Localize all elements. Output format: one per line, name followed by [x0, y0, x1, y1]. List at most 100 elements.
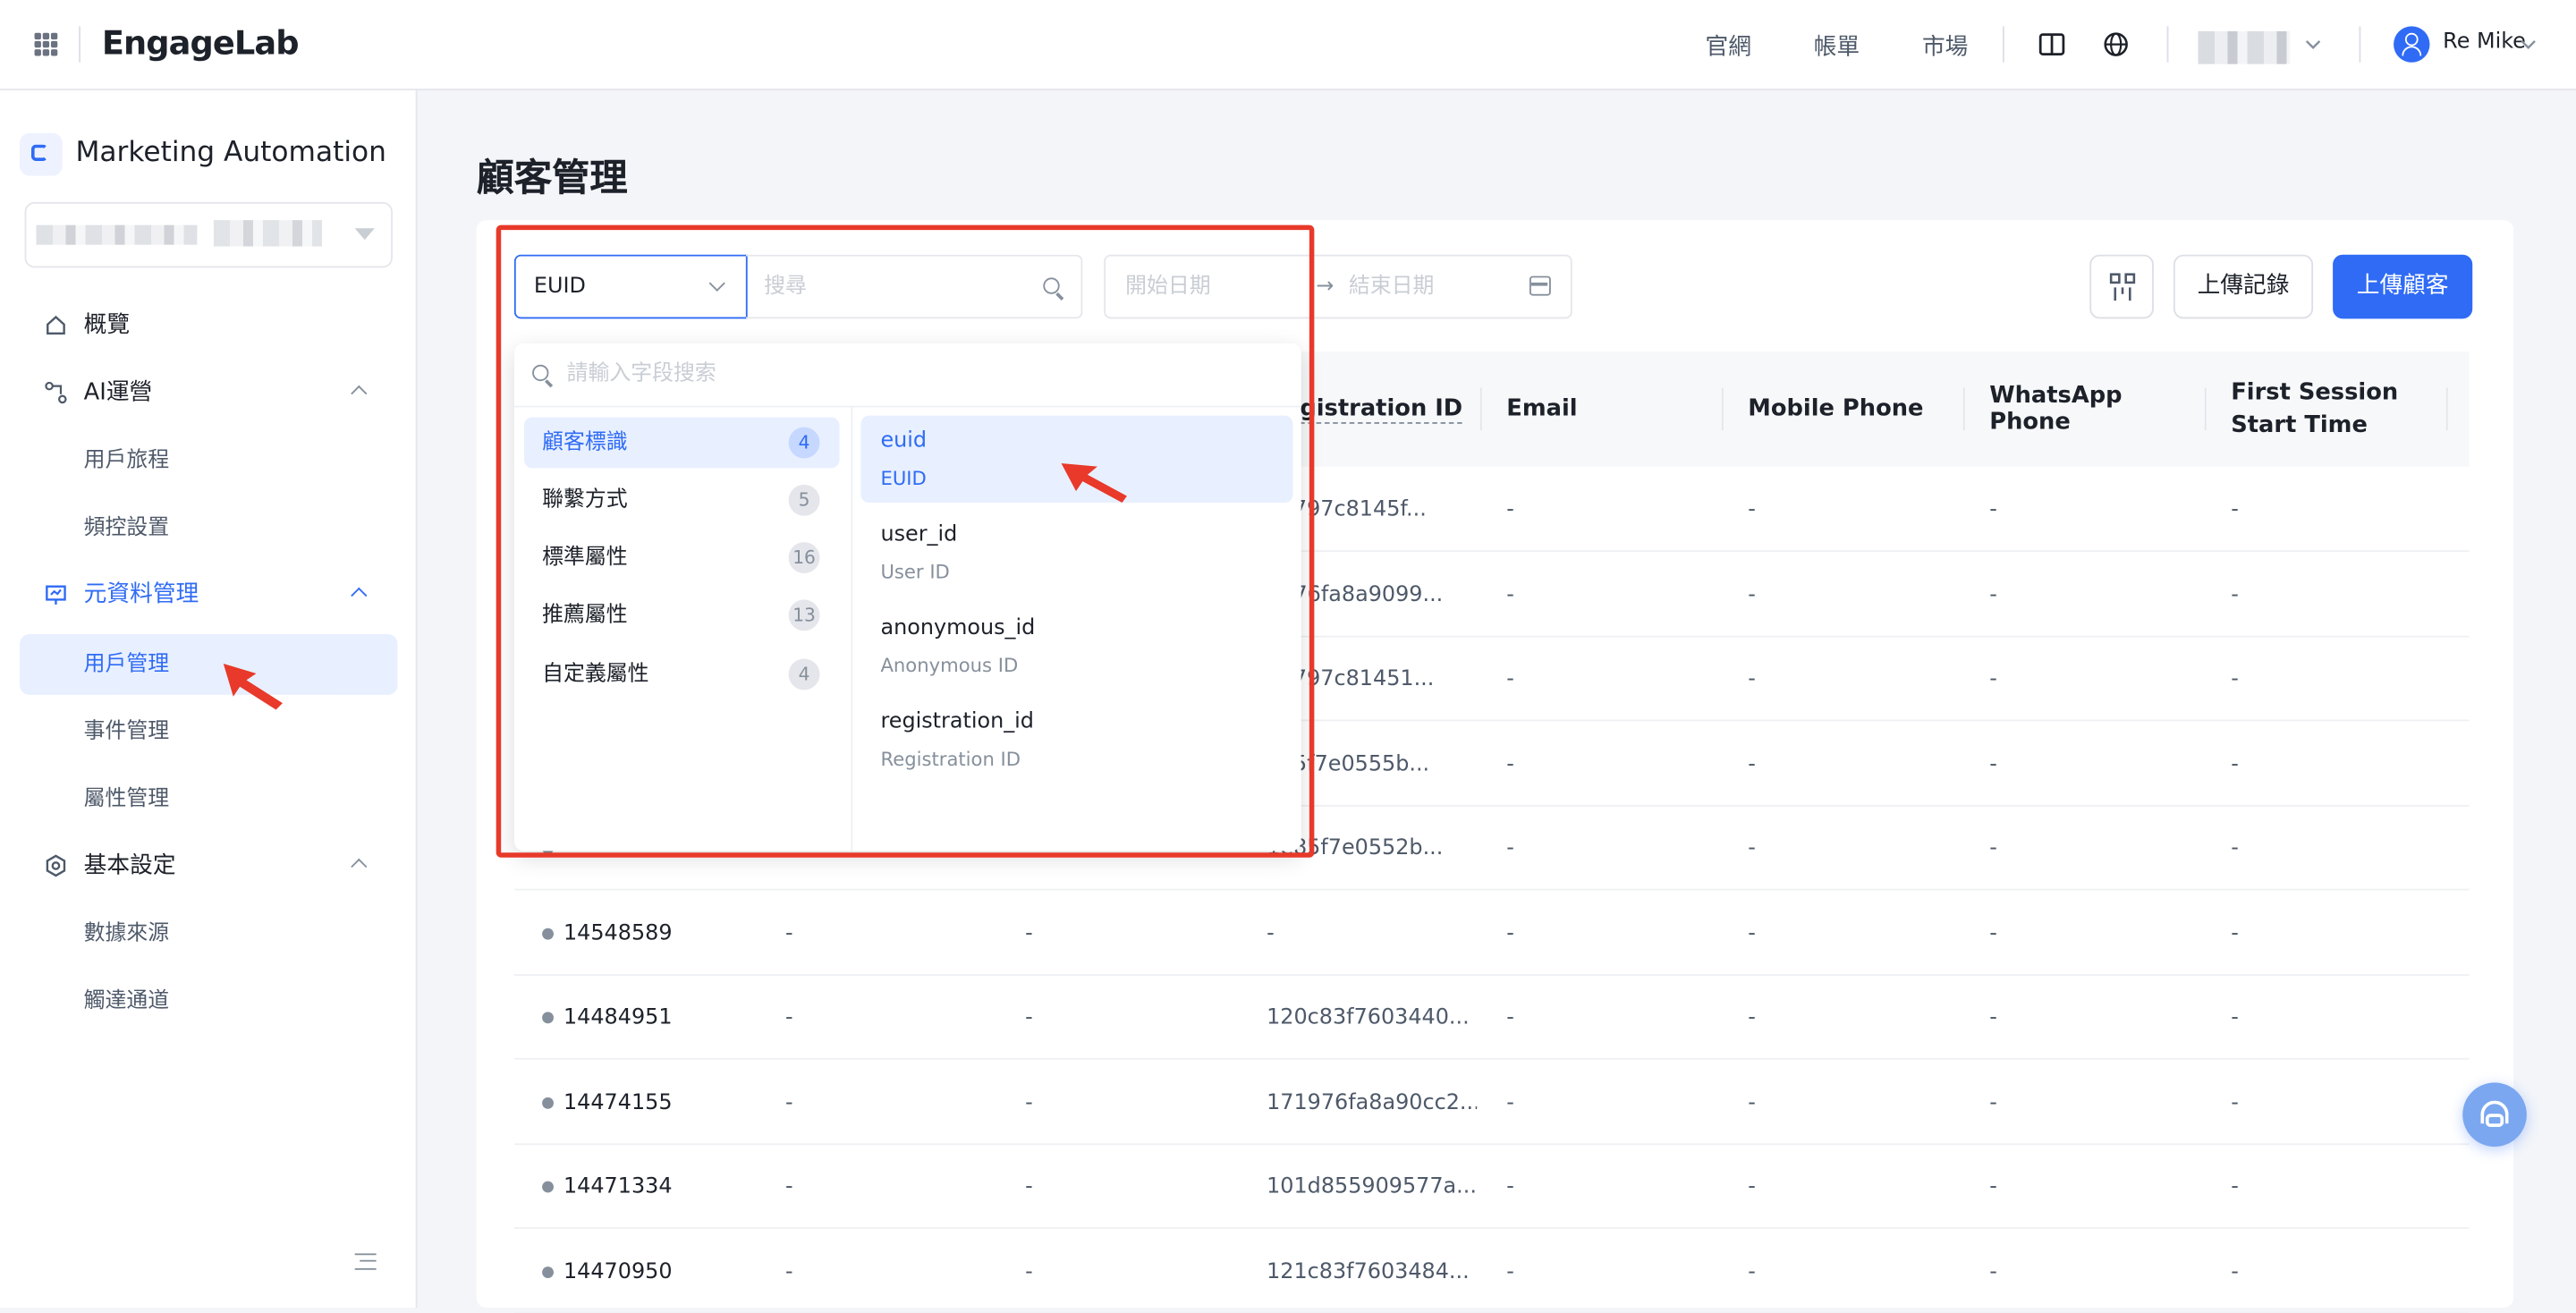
column-divider[interactable]: [2204, 387, 2207, 431]
flow-icon: [45, 381, 67, 404]
divider: [2166, 26, 2169, 63]
workspace-id: [213, 220, 322, 247]
status-dot: [542, 1012, 554, 1024]
status-dot: [542, 1096, 554, 1108]
table-cell-mobile: -: [1748, 582, 1756, 607]
chevron-up-icon[interactable]: [351, 858, 368, 875]
workspace-select[interactable]: [24, 201, 393, 268]
caret-down-icon[interactable]: [354, 228, 375, 241]
column-divider[interactable]: [2445, 387, 2448, 431]
nav-metadata[interactable]: 元資料管理: [20, 565, 397, 626]
settings-icon: [46, 854, 66, 877]
page-title: 顧客管理: [476, 157, 628, 201]
table-cell-email: -: [1506, 920, 1514, 946]
logo[interactable]: EngageLab: [102, 23, 300, 63]
table-cell-first: -: [2231, 1174, 2239, 1199]
product-title: Marketing Automation: [75, 136, 386, 170]
nav-event-management[interactable]: 事件管理: [20, 701, 397, 762]
chevron-down-icon[interactable]: [2305, 38, 2321, 51]
table-cell-whatsapp: -: [1989, 920, 1997, 946]
nav-user-journey[interactable]: 用戶旅程: [20, 430, 397, 491]
nav-label: 概覽: [83, 311, 131, 339]
table-cell-c1: -: [784, 1005, 793, 1030]
table-cell-c2: -: [1025, 1174, 1033, 1199]
table-cell-email: -: [1506, 497, 1514, 523]
column-divider[interactable]: [1962, 387, 1965, 431]
table-cell-c1: -: [784, 1089, 793, 1115]
table-cell-reg: 171976fa8a90cc2...: [1267, 1089, 1478, 1115]
book-icon[interactable]: [2038, 31, 2065, 57]
chevron-up-icon[interactable]: [351, 587, 368, 604]
column-settings-button[interactable]: [2089, 254, 2154, 319]
user-avatar-icon[interactable]: [2394, 26, 2430, 63]
table-cell-whatsapp: -: [1989, 751, 1997, 776]
table-cell-whatsapp: -: [1989, 1089, 1997, 1115]
nav-data-source[interactable]: 數據來源: [20, 903, 397, 964]
table-cell-c1: -: [784, 920, 793, 946]
table-row[interactable]: 14484951 - - 120c83f7603440... - - - -: [513, 976, 2470, 1060]
table-row[interactable]: 14548589 - - - - - - -: [513, 891, 2470, 976]
nav-attribute-management[interactable]: 屬性管理: [20, 769, 397, 830]
table-cell-id: 14470950: [563, 1258, 673, 1284]
table-cell-first: -: [2231, 920, 2239, 946]
top-link-billing[interactable]: 帳單: [1814, 30, 1860, 63]
table-row[interactable]: 14474155 - - 171976fa8a90cc2... - - - -: [513, 1061, 2470, 1145]
table-cell-mobile: -: [1748, 920, 1756, 946]
column-header-whatsapp-phone[interactable]: WhatsApp Phone: [1989, 352, 2203, 467]
table-cell-c1: -: [784, 1258, 793, 1284]
date-separator: →: [1316, 274, 1335, 300]
table-cell-first: -: [2231, 835, 2239, 861]
table-cell-email: -: [1506, 751, 1514, 776]
nav-freq-control[interactable]: 頻控設置: [20, 498, 397, 559]
calendar-icon[interactable]: [1529, 275, 1551, 296]
table-row[interactable]: 14470950 - - 121c83f7603484... - - - -: [513, 1230, 2470, 1313]
nav-label: 基本設定: [83, 852, 176, 879]
collapse-sidebar-icon[interactable]: [354, 1253, 377, 1270]
org-switcher[interactable]: [2198, 30, 2291, 64]
table-cell-first: -: [2231, 751, 2239, 776]
chevron-up-icon[interactable]: [351, 385, 368, 402]
column-divider[interactable]: [1479, 387, 1482, 431]
table-cell-mobile: -: [1748, 835, 1756, 861]
annotation-arrow: [1061, 462, 1127, 504]
table-cell-first: -: [2231, 1005, 2239, 1030]
table-cell-mobile: -: [1748, 1258, 1756, 1284]
table-cell-first: -: [2231, 1258, 2239, 1284]
nav-overview[interactable]: 概覽: [20, 296, 397, 357]
customer-support-icon[interactable]: [2462, 1082, 2527, 1148]
upload-customers-button[interactable]: 上傳顧客: [2333, 254, 2473, 319]
user-name[interactable]: Re Mike: [2443, 30, 2526, 55]
column-divider[interactable]: [1721, 387, 1724, 431]
app-grid-icon[interactable]: [34, 32, 58, 56]
globe-icon[interactable]: [2103, 31, 2129, 57]
column-header-first-session[interactable]: First Session Start Time: [2231, 352, 2453, 467]
upload-records-button[interactable]: 上傳記錄: [2173, 254, 2314, 319]
table-cell-id: 14548589: [563, 920, 673, 946]
nav-channels[interactable]: 觸達通道: [20, 970, 397, 1031]
table-cell-mobile: -: [1748, 1005, 1756, 1030]
nav-basic-settings[interactable]: 基本設定: [20, 836, 397, 897]
end-date-input[interactable]: 結束日期: [1349, 257, 1435, 318]
chart-board-icon: [46, 585, 66, 605]
annotation-arrow: [223, 664, 283, 710]
table-cell-email: -: [1506, 582, 1514, 607]
column-header-mobile-phone[interactable]: Mobile Phone: [1748, 352, 1962, 467]
table-cell-email: -: [1506, 1005, 1514, 1030]
table-cell-whatsapp: -: [1989, 1258, 1997, 1284]
table-cell-reg: 101d855909577a...: [1267, 1174, 1477, 1199]
column-header-email[interactable]: Email: [1506, 352, 1720, 467]
chevron-down-icon[interactable]: [2520, 38, 2536, 51]
table-cell-whatsapp: -: [1989, 1005, 1997, 1030]
nav-ai-ops[interactable]: AI運營: [20, 363, 397, 424]
automation-icon: [20, 132, 63, 176]
nav-user-management[interactable]: 用戶管理: [20, 633, 398, 695]
status-dot: [542, 1266, 554, 1278]
top-link-market[interactable]: 市場: [1922, 30, 1968, 63]
table-cell-mobile: -: [1748, 1174, 1756, 1199]
table-row[interactable]: 14471334 - - 101d855909577a... - - - -: [513, 1145, 2470, 1229]
table-cell-mobile: -: [1748, 666, 1756, 692]
top-link-website[interactable]: 官網: [1705, 30, 1750, 63]
home-icon: [47, 315, 65, 335]
table-cell-whatsapp: -: [1989, 582, 1997, 607]
nav-label: 用戶旅程: [83, 448, 170, 473]
